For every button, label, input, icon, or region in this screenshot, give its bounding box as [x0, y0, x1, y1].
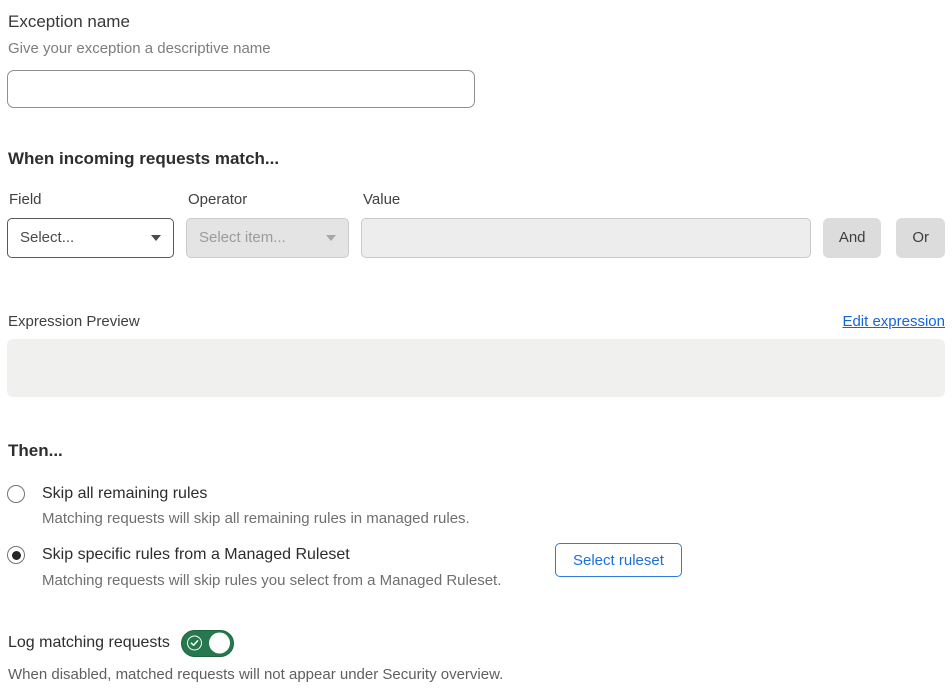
option-content: Skip specific rules from a Managed Rules… — [42, 545, 501, 589]
log-matching-row: Log matching requests — [7, 630, 945, 657]
radio-skip-specific[interactable] — [7, 546, 25, 564]
match-builder-row: Field Select... Operator Select item... … — [7, 191, 945, 258]
field-group: Field Select... — [7, 191, 174, 258]
option-description: Matching requests will skip rules you se… — [42, 572, 501, 590]
chevron-down-icon — [326, 235, 336, 241]
edit-expression-link[interactable]: Edit expression — [842, 313, 945, 330]
or-button[interactable]: Or — [896, 218, 945, 258]
select-ruleset-button[interactable]: Select ruleset — [555, 543, 682, 577]
check-icon — [187, 636, 202, 651]
operator-label: Operator — [188, 191, 349, 209]
operator-select: Select item... — [186, 218, 349, 258]
expression-preview-box — [7, 339, 945, 397]
and-button[interactable]: And — [823, 218, 881, 258]
exception-name-title: Exception name — [8, 12, 945, 32]
field-select-value: Select... — [20, 229, 74, 246]
chevron-down-icon — [151, 235, 161, 241]
operator-select-value: Select item... — [199, 229, 286, 246]
radio-dot — [12, 551, 21, 560]
exception-name-input[interactable] — [7, 70, 475, 108]
log-matching-toggle[interactable] — [181, 630, 234, 657]
field-label: Field — [9, 191, 174, 209]
exception-name-subtitle: Give your exception a descriptive name — [8, 40, 945, 58]
option-content: Skip all remaining rules Matching reques… — [42, 484, 470, 528]
value-input — [361, 218, 811, 258]
then-heading: Then... — [8, 441, 945, 461]
option-label[interactable]: Skip all remaining rules — [42, 484, 470, 503]
exception-form: Exception name Give your exception a des… — [0, 0, 952, 683]
value-label: Value — [363, 191, 811, 209]
radio-skip-all[interactable] — [7, 485, 25, 503]
expression-preview-label: Expression Preview — [8, 313, 140, 330]
log-matching-label: Log matching requests — [8, 634, 170, 652]
option-description: Matching requests will skip all remainin… — [42, 510, 470, 528]
expression-preview-row: Expression Preview Edit expression — [7, 313, 945, 330]
value-group: Value — [361, 191, 811, 258]
then-option-skip-specific: Skip specific rules from a Managed Rules… — [7, 545, 945, 589]
toggle-knob — [209, 633, 230, 654]
log-matching-description: When disabled, matched requests will not… — [8, 666, 945, 683]
field-select[interactable]: Select... — [7, 218, 174, 258]
operator-group: Operator Select item... — [186, 191, 349, 258]
option-label[interactable]: Skip specific rules from a Managed Rules… — [42, 545, 501, 564]
then-option-skip-all: Skip all remaining rules Matching reques… — [7, 484, 945, 528]
match-heading: When incoming requests match... — [8, 149, 945, 169]
